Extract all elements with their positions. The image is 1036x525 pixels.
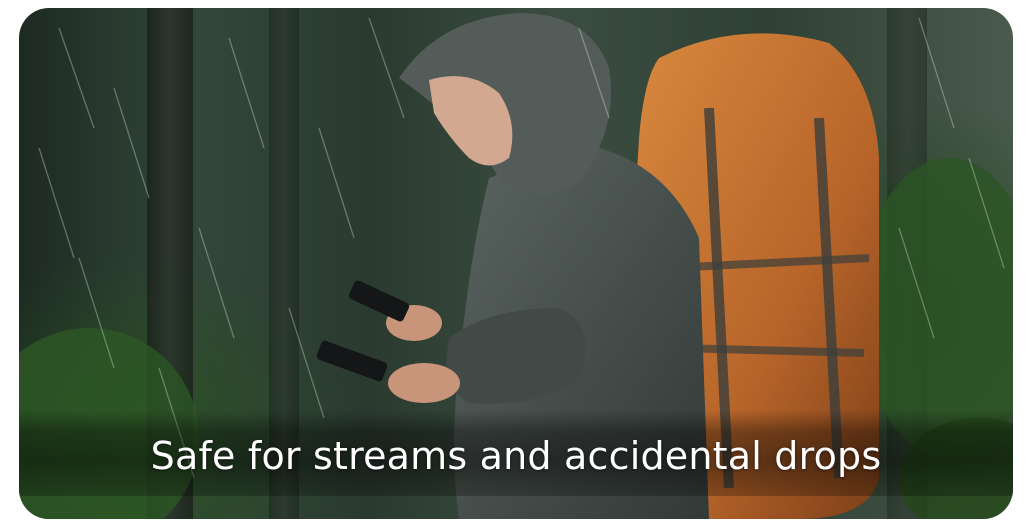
hero-card: Safe for streams and accidental drops xyxy=(19,8,1013,519)
backpack-strap xyxy=(678,344,865,357)
hand xyxy=(388,363,460,403)
phone-icon xyxy=(348,280,410,322)
hero-caption: Safe for streams and accidental drops xyxy=(150,434,882,478)
phone-icon xyxy=(316,340,388,382)
